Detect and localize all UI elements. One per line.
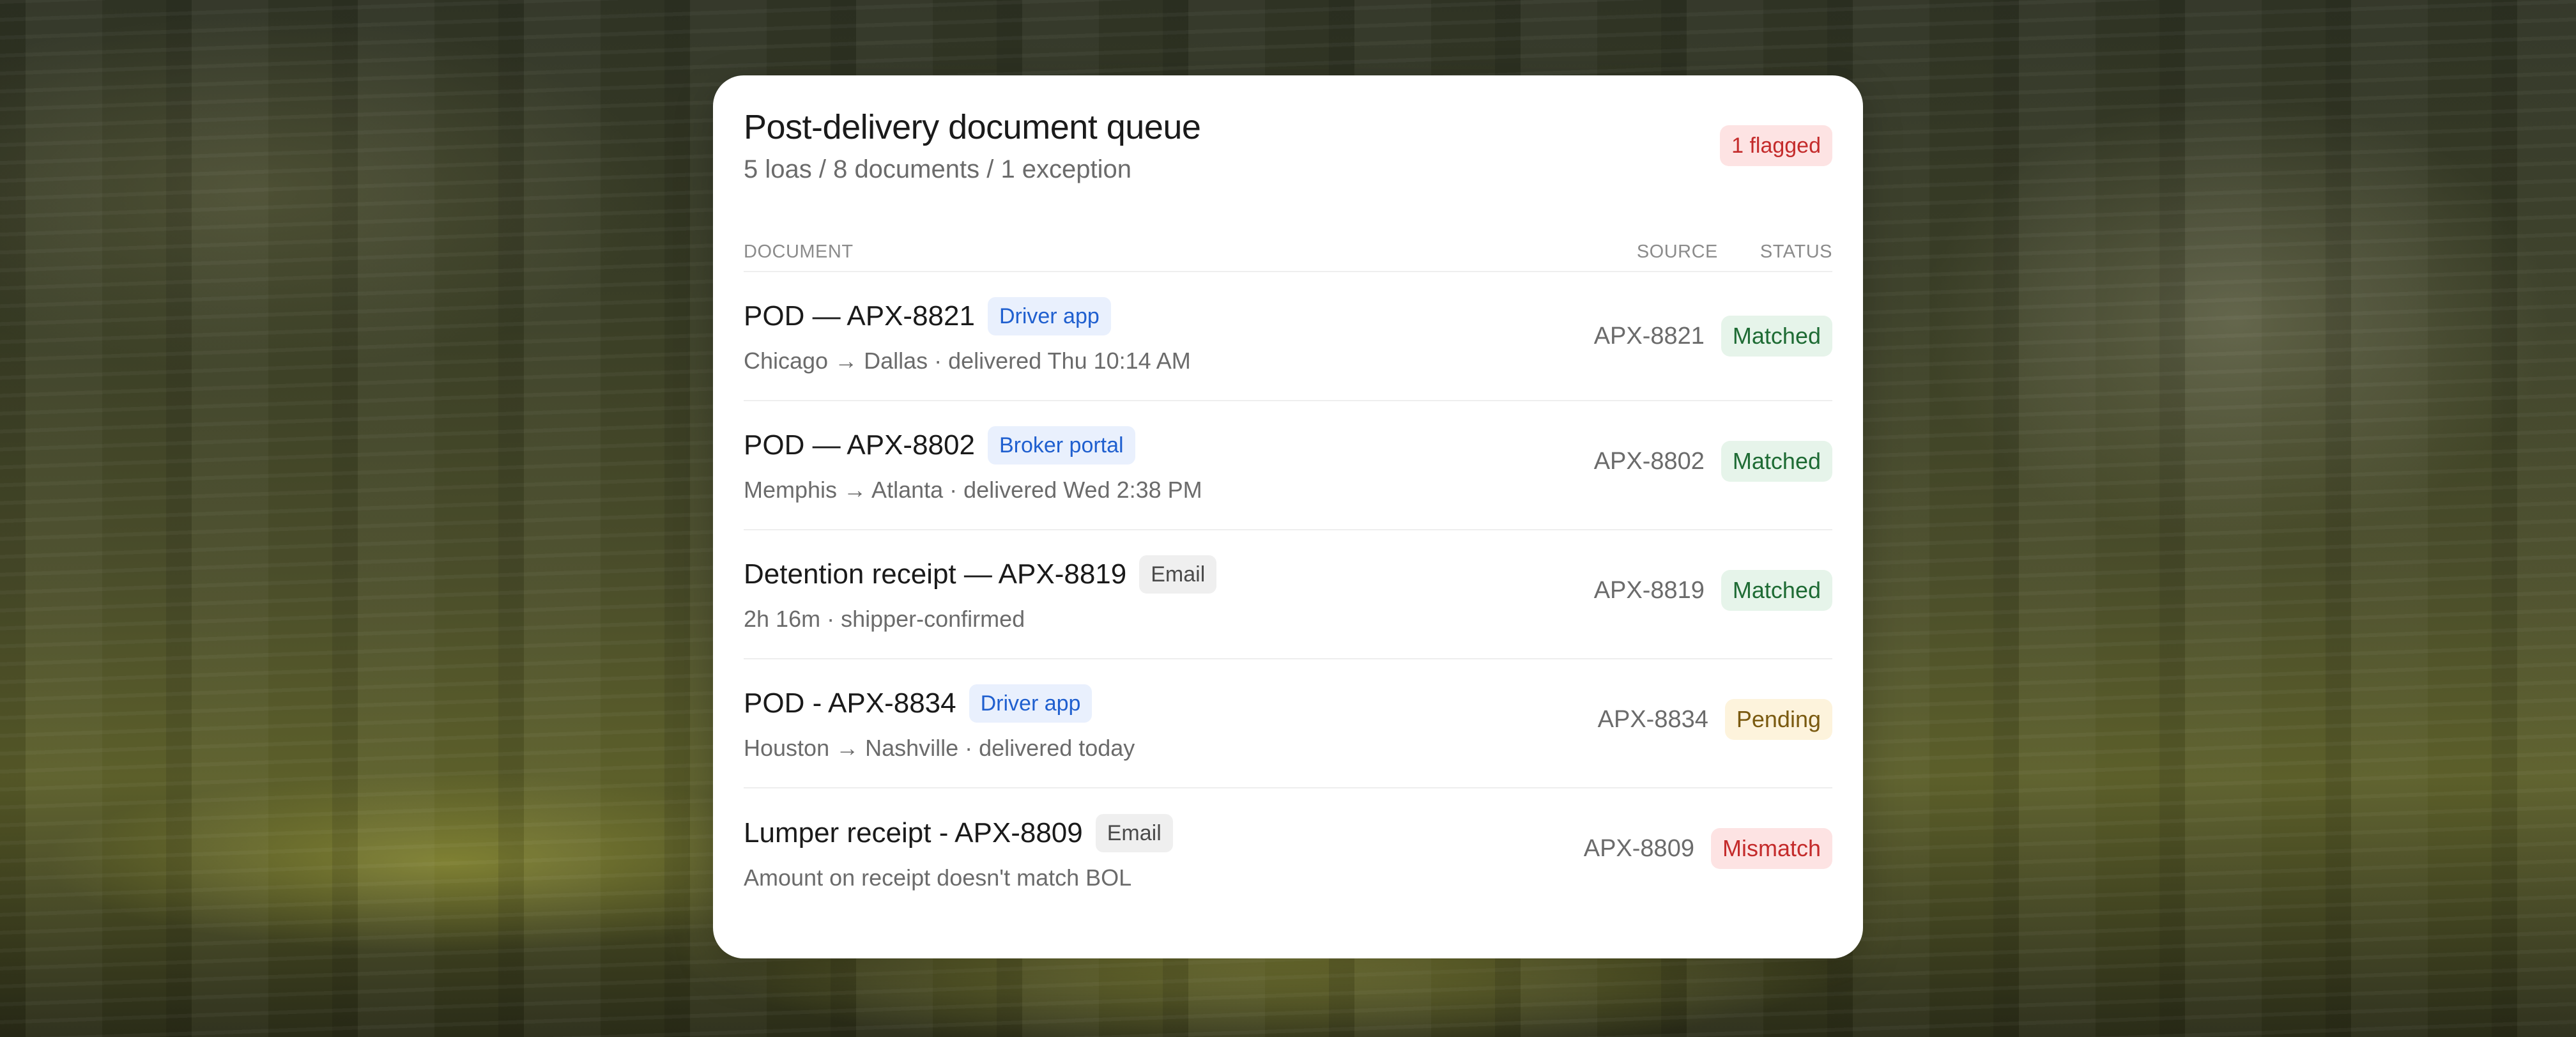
document-detail: Houston → Nashville · delivered today xyxy=(744,735,1135,761)
document-detail: Amount on receipt doesn't match BOL xyxy=(744,864,1132,891)
status-badge: Mismatch xyxy=(1710,828,1832,869)
document-name: Detention receipt — APX-8819 xyxy=(744,558,1127,590)
channel-badge: Driver app xyxy=(987,297,1111,335)
table-row[interactable]: POD — APX-8821 Driver app Chicago → Dall… xyxy=(744,272,1832,401)
document-name: POD - APX-8834 xyxy=(744,687,956,719)
table-row[interactable]: Lumper receipt - APX-8809 Email Amount o… xyxy=(744,788,1832,918)
source-id: APX-8821 xyxy=(1593,322,1705,350)
table-row[interactable]: Detention receipt — APX-8819 Email 2h 16… xyxy=(744,530,1832,659)
source-id: APX-8819 xyxy=(1593,576,1705,604)
flagged-badge[interactable]: 1 flagged xyxy=(1720,125,1832,166)
document-queue-card: Post-delivery document queue 5 loas / 8 … xyxy=(713,75,1863,958)
channel-badge: Email xyxy=(1095,814,1173,852)
channel-badge: Email xyxy=(1139,555,1217,594)
document-name: Lumper receipt - APX-8809 xyxy=(744,817,1083,849)
row-meta: APX-8802 Matched xyxy=(1594,441,1832,482)
status-badge: Pending xyxy=(1724,699,1832,740)
status-badge: Matched xyxy=(1721,316,1832,357)
document-detail: Memphis → Atlanta · delivered Wed 2:38 P… xyxy=(744,477,1202,503)
queue-summary: 5 loas / 8 documents / 1 exception xyxy=(744,155,1132,183)
row-details: POD — APX-8802 Broker portal Memphis → A… xyxy=(744,426,1594,504)
source-id: APX-8809 xyxy=(1583,834,1694,862)
document-name: POD — APX-8802 xyxy=(744,429,975,461)
table-row[interactable]: POD — APX-8802 Broker portal Memphis → A… xyxy=(744,401,1832,530)
status-badge: Matched xyxy=(1721,441,1832,482)
row-meta: APX-8819 Matched xyxy=(1594,570,1832,611)
source-id: APX-8834 xyxy=(1597,705,1708,733)
column-header-status: STATUS xyxy=(1759,241,1832,262)
row-details: POD — APX-8821 Driver app Chicago → Dall… xyxy=(744,297,1594,375)
document-detail: 2h 16m · shipper-confirmed xyxy=(744,606,1025,632)
page-title: Post-delivery document queue xyxy=(744,108,1201,146)
row-meta: APX-8834 Pending xyxy=(1598,699,1832,740)
row-details: Lumper receipt - APX-8809 Email Amount o… xyxy=(744,814,1584,892)
channel-badge: Broker portal xyxy=(987,426,1135,465)
channel-badge: Driver app xyxy=(969,684,1092,723)
row-meta: APX-8821 Matched xyxy=(1594,316,1832,357)
row-meta: APX-8809 Mismatch xyxy=(1584,828,1832,869)
card-header: Post-delivery document queue 5 loas / 8 … xyxy=(744,105,1832,233)
column-header-source: SOURCE xyxy=(1636,241,1718,262)
row-details: POD - APX-8834 Driver app Houston → Nash… xyxy=(744,684,1598,762)
document-detail: Chicago → Dallas · delivered Thu 10:14 A… xyxy=(744,348,1191,374)
status-badge: Matched xyxy=(1721,570,1832,611)
row-details: Detention receipt — APX-8819 Email 2h 16… xyxy=(744,555,1594,633)
table-header: DOCUMENT SOURCE STATUS xyxy=(744,233,1832,272)
document-list: POD — APX-8821 Driver app Chicago → Dall… xyxy=(744,272,1832,918)
document-name: POD — APX-8821 xyxy=(744,300,975,332)
column-header-document: DOCUMENT xyxy=(744,241,854,262)
table-row[interactable]: POD - APX-8834 Driver app Houston → Nash… xyxy=(744,659,1832,788)
source-id: APX-8802 xyxy=(1593,447,1705,475)
